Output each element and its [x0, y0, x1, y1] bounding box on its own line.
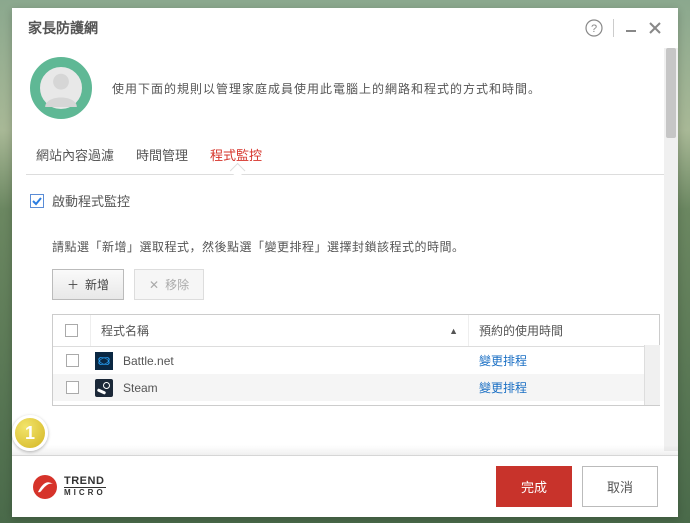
header-description: 使用下面的規則以管理家庭成員使用此電腦上的網路和程式的方式和時間。 — [112, 80, 541, 97]
tab-program-monitor[interactable]: 程式監控 — [204, 137, 268, 174]
enable-label: 啟動程式監控 — [52, 191, 130, 210]
table-row[interactable]: Battle.net 變更排程 — [53, 347, 659, 374]
header-time[interactable]: 預約的使用時間 — [469, 315, 659, 346]
program-name: Battle.net — [117, 349, 469, 373]
tab-time-mgmt[interactable]: 時間管理 — [130, 137, 194, 174]
header-row: 使用下面的規則以管理家庭成員使用此電腦上的網路和程式的方式和時間。 — [26, 57, 664, 137]
table-scrollbar[interactable] — [644, 345, 660, 405]
program-name: Steam — [117, 376, 469, 400]
cancel-button[interactable]: 取消 — [582, 466, 658, 507]
enable-checkbox[interactable] — [30, 194, 44, 208]
dialog-window: 家長防護網 ? 使用下面的規則以管理家庭成員使用此電腦上的網路和程式的方式和時間… — [12, 8, 678, 517]
table-row[interactable]: Steam 變更排程 — [53, 374, 659, 401]
close-icon[interactable] — [648, 21, 662, 35]
avatar-icon — [30, 57, 92, 119]
steam-icon — [95, 379, 113, 397]
add-button-label: 新增 — [85, 276, 109, 293]
remove-button: ✕ 移除 — [134, 269, 204, 300]
change-schedule-link[interactable]: 變更排程 — [479, 381, 527, 395]
x-icon: ✕ — [149, 278, 159, 292]
ok-button[interactable]: 完成 — [496, 466, 572, 507]
separator — [613, 19, 614, 37]
table-header: 程式名稱 ▲ 預約的使用時間 — [53, 315, 659, 347]
enable-row: 啟動程式監控 — [30, 191, 660, 210]
change-schedule-link[interactable]: 變更排程 — [479, 354, 527, 368]
add-button[interactable]: ＋ 新增 — [52, 269, 124, 300]
content-area: 使用下面的規則以管理家庭成員使用此電腦上的網路和程式的方式和時間。 網站內容過濾… — [12, 49, 678, 406]
table-body: Battle.net 變更排程 Steam 變更排程 — [53, 347, 659, 405]
tab-web-filter[interactable]: 網站內容過濾 — [30, 137, 120, 174]
plus-icon: ＋ — [67, 276, 79, 293]
brand-text: TREND MICRO — [64, 476, 106, 497]
remove-button-label: 移除 — [165, 276, 189, 293]
titlebar: 家長防護網 ? — [12, 8, 678, 49]
window-title: 家長防護網 — [28, 18, 98, 38]
select-all-checkbox[interactable] — [65, 324, 78, 337]
scrollbar-thumb[interactable] — [666, 48, 676, 138]
svg-text:?: ? — [591, 23, 597, 35]
instruction-text: 請點選「新增」選取程式，然後點選「變更排程」選擇封鎖該程式的時間。 — [30, 238, 660, 255]
row-checkbox[interactable] — [66, 381, 79, 394]
button-row: ＋ 新增 ✕ 移除 — [30, 269, 660, 300]
help-icon[interactable]: ? — [585, 19, 603, 37]
header-name[interactable]: 程式名稱 ▲ — [91, 315, 469, 346]
program-table: 程式名稱 ▲ 預約的使用時間 Battle.net 變更排程 — [52, 314, 660, 406]
footer-buttons: 完成 取消 — [496, 466, 658, 507]
header-checkbox-cell — [53, 315, 91, 346]
footer: TREND MICRO 完成 取消 — [12, 455, 678, 517]
titlebar-actions: ? — [585, 19, 662, 37]
trend-micro-logo-icon — [32, 474, 58, 500]
brand: TREND MICRO — [32, 474, 106, 500]
minimize-icon[interactable] — [624, 21, 638, 35]
row-checkbox[interactable] — [66, 354, 79, 367]
tab-bar: 網站內容過濾 時間管理 程式監控 — [26, 137, 664, 175]
step-badge: 1 — [12, 415, 48, 451]
battlenet-icon — [95, 352, 113, 370]
sort-asc-icon: ▲ — [449, 326, 458, 336]
program-monitor-section: 啟動程式監控 請點選「新增」選取程式，然後點選「變更排程」選擇封鎖該程式的時間。… — [26, 175, 664, 406]
panel-scrollbar[interactable] — [664, 48, 678, 451]
